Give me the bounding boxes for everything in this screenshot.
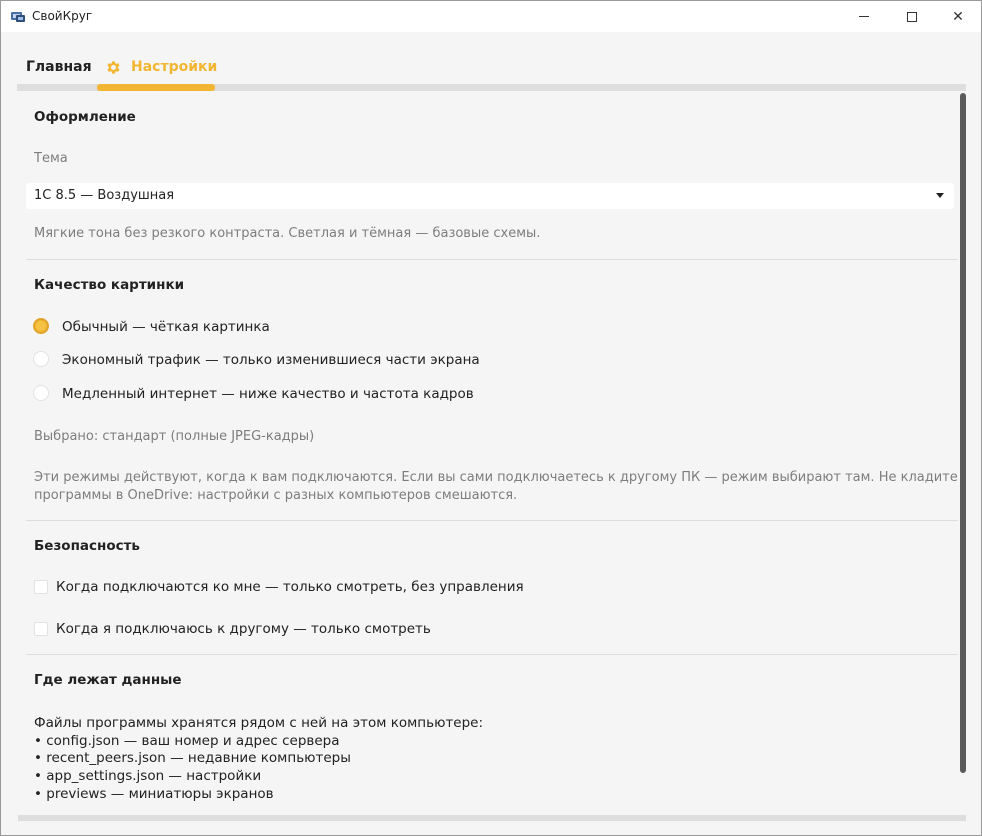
theme-select-value: 1С 8.5 — Воздушная (34, 188, 175, 203)
list-item: • recent_peers.json — недавние компьютер… (34, 750, 351, 767)
data-location-title: Где лежат данные (34, 672, 182, 688)
theme-select[interactable]: 1С 8.5 — Воздушная (26, 183, 954, 209)
quality-note-line1: Эти режимы действуют, когда к вам подклю… (34, 470, 958, 485)
gear-icon (107, 60, 120, 74)
divider (26, 654, 958, 655)
appearance-title: Оформление (34, 109, 136, 125)
quality-option-normal-label[interactable]: Обычный — чёткая картинка (62, 319, 270, 335)
view-only-incoming-checkbox[interactable] (34, 580, 48, 594)
settings-content: Оформление Тема 1С 8.5 — Воздушная Мягки… (18, 92, 958, 816)
view-only-outgoing-label[interactable]: Когда я подключаюсь к другому — только с… (56, 621, 431, 637)
view-only-outgoing-checkbox[interactable] (34, 622, 48, 636)
active-tab-indicator (97, 84, 215, 91)
bottom-edge (18, 815, 966, 821)
quality-radio-normal[interactable] (33, 318, 49, 334)
tab-bar: Главная Настройки (17, 47, 966, 92)
divider (26, 259, 958, 260)
tab-settings-label: Настройки (131, 59, 218, 75)
divider (26, 520, 958, 521)
minimize-icon (859, 16, 869, 17)
list-item: • config.json — ваш номер и адрес сервер… (34, 732, 340, 749)
quality-option-economy-label[interactable]: Экономный трафик — только изменившиеся ч… (62, 352, 480, 368)
list-item: • app_settings.json — настройки (34, 768, 262, 785)
quality-option-slow-label[interactable]: Медленный интернет — ниже качество и час… (62, 386, 474, 402)
quality-radio-economy[interactable] (33, 351, 49, 367)
close-icon: ✕ (952, 8, 964, 25)
view-only-incoming-label[interactable]: Когда подключаются ко мне — только смотр… (56, 579, 524, 595)
tab-main-label: Главная (26, 59, 92, 75)
maximize-icon (907, 11, 917, 22)
chevron-down-icon (936, 193, 944, 198)
quality-radio-slow[interactable] (33, 385, 49, 401)
data-location-list: Файлы программы хранятся рядом с ней на … (34, 715, 483, 804)
tab-main[interactable]: Главная (26, 47, 92, 87)
tab-settings[interactable]: Настройки (105, 47, 217, 87)
security-title: Безопасность (34, 538, 140, 554)
window-title: СвойКруг (32, 9, 93, 23)
app-window: СвойКруг ✕ Главная Настройки Оформление … (0, 0, 982, 836)
theme-hint: Мягкие тона без резкого контраста. Светл… (34, 226, 541, 241)
quality-note-line2: программы в OneDrive: настройки с разных… (34, 488, 518, 503)
vertical-scrollbar[interactable] (960, 93, 966, 773)
close-button[interactable]: ✕ (935, 1, 981, 32)
list-item: Файлы программы хранятся рядом с ней на … (34, 715, 484, 731)
maximize-button[interactable] (889, 1, 935, 32)
minimize-button[interactable] (841, 1, 887, 32)
title-bar[interactable]: СвойКруг ✕ (1, 1, 981, 32)
app-logo-icon (11, 12, 25, 22)
quality-title: Качество картинки (34, 277, 185, 293)
quality-selected-text: Выбрано: стандарт (полные JPEG-кадры) (34, 429, 315, 444)
theme-label: Тема (34, 151, 68, 166)
list-item: • previews — миниатюры экранов (34, 785, 274, 802)
